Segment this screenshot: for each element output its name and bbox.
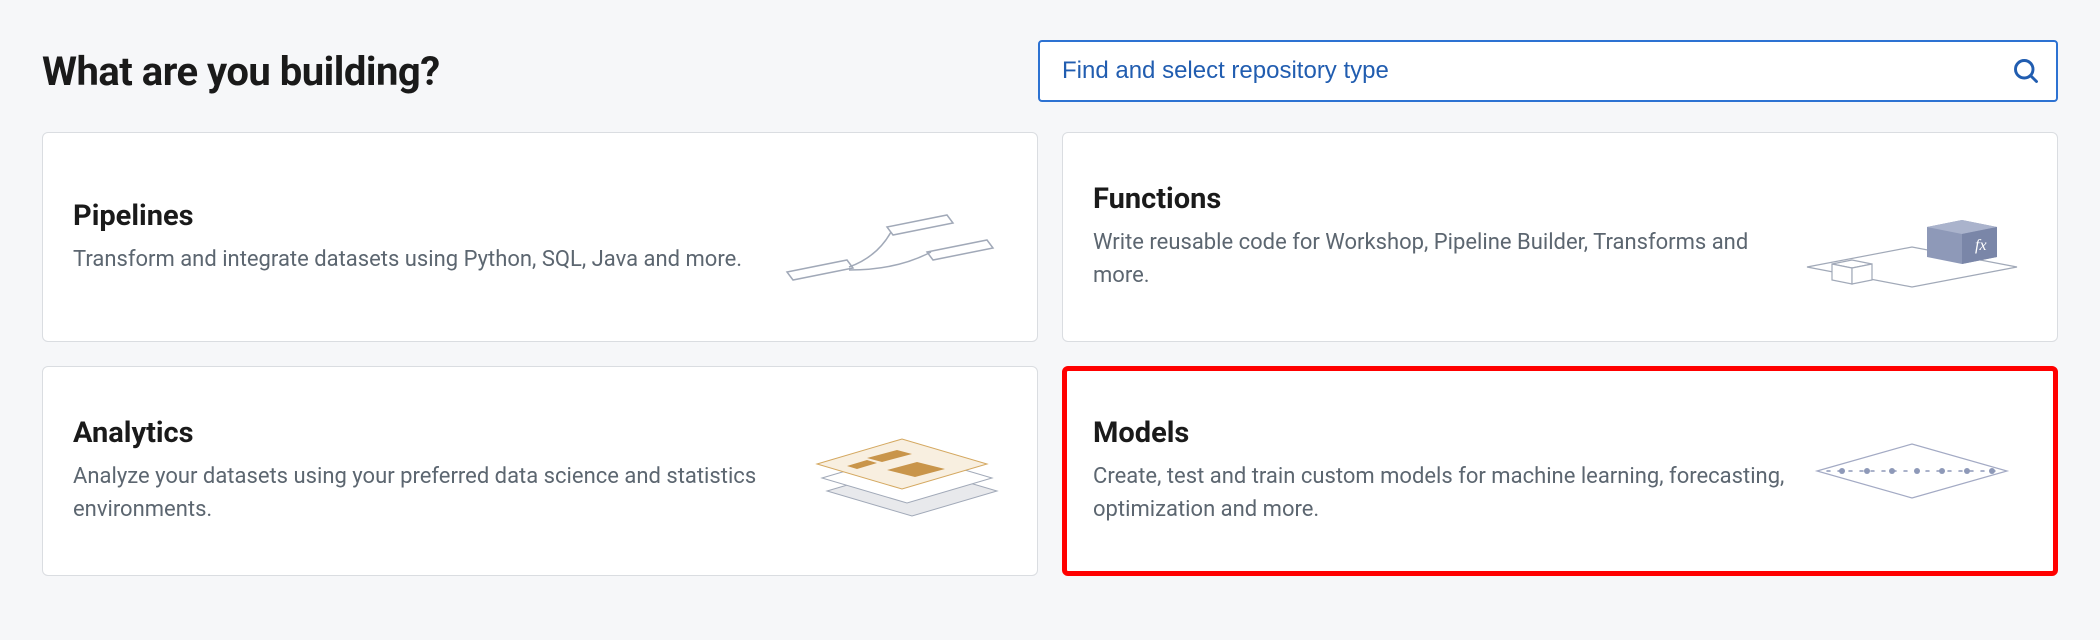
search-icon [2012,57,2040,85]
search-wrapper [1038,40,2058,102]
card-text: Functions Write reusable code for Worksh… [1093,182,1797,292]
card-title: Analytics [73,416,777,450]
card-description: Write reusable code for Workshop, Pipeli… [1093,226,1797,292]
card-text: Models Create, test and train custom mod… [1093,416,1797,526]
card-description: Transform and integrate datasets using P… [73,243,777,276]
card-functions[interactable]: Functions Write reusable code for Worksh… [1062,132,2058,342]
functions-icon: fx [1797,172,2027,302]
models-icon [1797,406,2027,536]
svg-text:fx: fx [1975,237,1987,254]
card-pipelines[interactable]: Pipelines Transform and integrate datase… [42,132,1038,342]
card-models[interactable]: Models Create, test and train custom mod… [1062,366,2058,576]
page-title: What are you building? [42,48,440,95]
repository-type-selector: What are you building? Pipelines Transfo… [0,0,2100,618]
card-text: Pipelines Transform and integrate datase… [73,199,777,276]
analytics-icon [777,406,1007,536]
card-description: Analyze your datasets using your preferr… [73,460,777,526]
card-text: Analytics Analyze your datasets using yo… [73,416,777,526]
card-title: Pipelines [73,199,777,233]
card-title: Functions [1093,182,1797,216]
card-analytics[interactable]: Analytics Analyze your datasets using yo… [42,366,1038,576]
header-row: What are you building? [0,0,2100,132]
search-input[interactable] [1038,40,2058,102]
card-description: Create, test and train custom models for… [1093,460,1797,526]
cards-grid: Pipelines Transform and integrate datase… [0,132,2100,618]
card-title: Models [1093,416,1797,450]
pipelines-icon [777,172,1007,302]
